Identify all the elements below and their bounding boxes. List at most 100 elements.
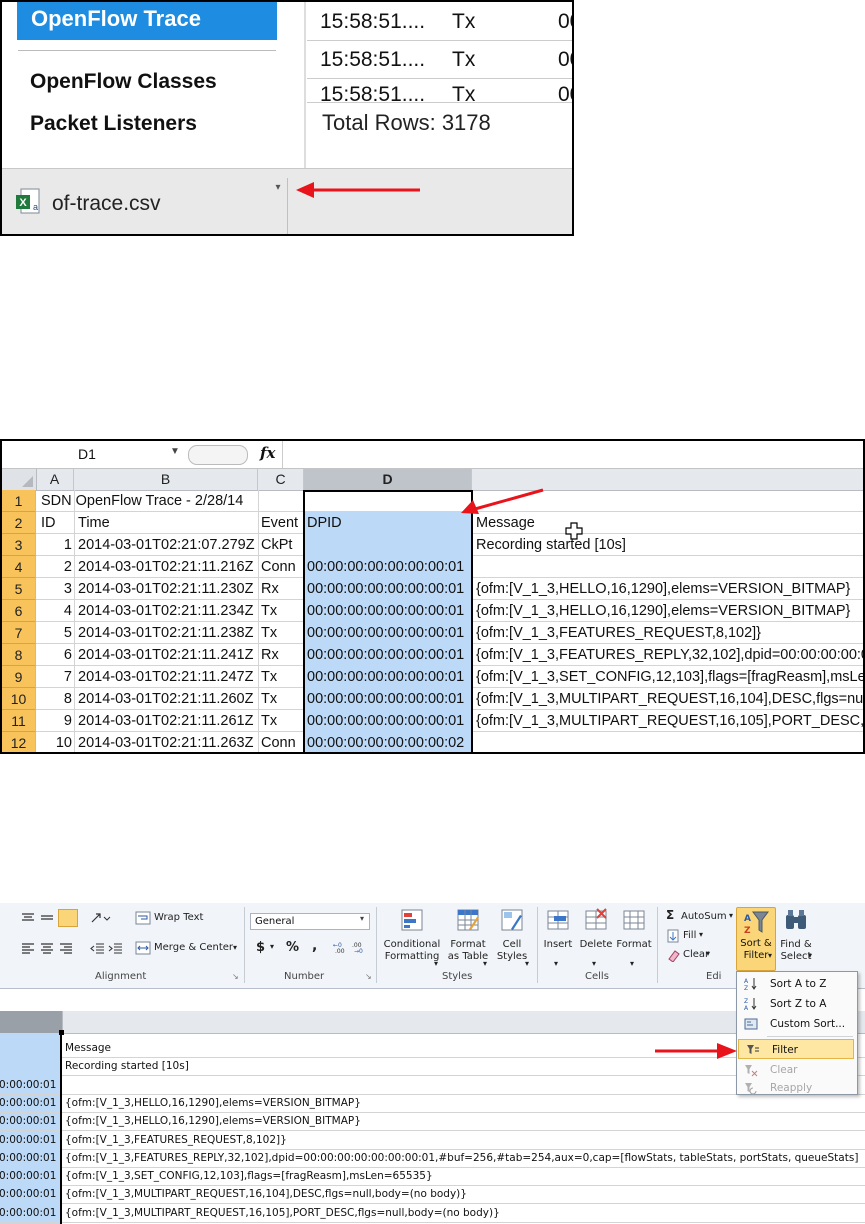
cell-message[interactable]: {ofm:[V_1_3,SET_CONFIG,12,103],flags=[fr… bbox=[65, 1167, 433, 1185]
chevron-down-icon[interactable]: ▾ bbox=[270, 182, 286, 196]
cell-id[interactable]: 4 bbox=[36, 600, 72, 622]
cell-dpid[interactable]: 0:00:00:01 bbox=[0, 1185, 56, 1203]
format-as-table-button[interactable]: Format as Table bbox=[444, 907, 492, 963]
cell-message[interactable]: {ofm:[V_1_3,MULTIPART_REQUEST,16,104],DE… bbox=[476, 688, 863, 710]
cell-id[interactable]: 9 bbox=[36, 710, 72, 732]
row-header[interactable]: 8 bbox=[2, 644, 36, 666]
chevron-down-icon[interactable]: ▾ bbox=[592, 959, 596, 968]
decrease-decimal-icon[interactable]: .00→0 bbox=[352, 940, 370, 954]
cell-styles-button[interactable]: Cell Styles bbox=[492, 907, 532, 963]
cell-message[interactable]: {ofm:[V_1_3,FEATURES_REPLY,32,102],dpid=… bbox=[476, 644, 863, 666]
conditional-formatting-button[interactable]: Conditional Formatting bbox=[380, 907, 444, 963]
cell-message[interactable]: {ofm:[V_1_3,HELLO,16,1290],elems=VERSION… bbox=[476, 578, 863, 600]
menu-item-sort-z-a[interactable]: ZA Sort Z to A bbox=[737, 994, 855, 1014]
currency-button[interactable]: $ bbox=[256, 940, 265, 955]
cell-time[interactable]: 2014-03-01T02:21:11.261Z bbox=[78, 710, 256, 732]
cell-message[interactable]: Recording started [10s] bbox=[65, 1057, 189, 1075]
column-header-b[interactable]: B bbox=[74, 469, 258, 490]
decrease-indent-icon[interactable] bbox=[90, 941, 106, 955]
header-event[interactable]: Event bbox=[261, 512, 303, 534]
fill-handle[interactable] bbox=[59, 1030, 64, 1035]
nav-item-openflow-classes[interactable]: OpenFlow Classes bbox=[30, 70, 217, 94]
cell-event[interactable]: Conn bbox=[261, 732, 303, 752]
cell-event[interactable]: Tx bbox=[261, 622, 303, 644]
cell-message[interactable] bbox=[476, 732, 863, 752]
cell-event[interactable]: Rx bbox=[261, 644, 303, 666]
percent-button[interactable]: % bbox=[286, 940, 299, 955]
cell-message[interactable]: Message bbox=[65, 1039, 111, 1057]
column-header-d[interactable]: D bbox=[304, 469, 472, 490]
align-right-icon[interactable] bbox=[58, 941, 74, 955]
row-header[interactable]: 2 bbox=[2, 512, 36, 534]
chevron-down-icon[interactable]: ▾ bbox=[525, 959, 529, 968]
chevron-down-icon[interactable]: ▾ bbox=[233, 943, 237, 952]
select-all-corner[interactable] bbox=[2, 469, 37, 490]
row-header[interactable]: 12 bbox=[2, 732, 36, 752]
cell-message[interactable]: {ofm:[V_1_3,HELLO,16,1290],elems=VERSION… bbox=[476, 600, 863, 622]
cell-message[interactable]: {ofm:[V_1_3,MULTIPART_REQUEST,16,104],DE… bbox=[65, 1185, 467, 1203]
increase-decimal-icon[interactable]: ←0.00 bbox=[333, 940, 351, 954]
cell-time[interactable]: 2014-03-01T02:21:11.230Z bbox=[78, 578, 256, 600]
row-header[interactable]: 3 bbox=[2, 534, 36, 556]
cell-message[interactable]: {ofm:[V_1_3,FEATURES_REPLY,32,102],dpid=… bbox=[65, 1149, 858, 1167]
cell-message[interactable]: {ofm:[V_1_3,FEATURES_REQUEST,8,102]} bbox=[476, 622, 863, 644]
format-button[interactable]: Format bbox=[616, 907, 652, 951]
chevron-down-icon[interactable]: ▾ bbox=[360, 914, 364, 923]
cell-id[interactable]: 2 bbox=[36, 556, 72, 578]
merge-center-label[interactable]: Merge & Center bbox=[154, 942, 233, 953]
cell-event[interactable]: Tx bbox=[261, 710, 303, 732]
cell-dpid[interactable]: 0:00:00:01 bbox=[0, 1076, 56, 1094]
column-header-d[interactable] bbox=[0, 1011, 62, 1033]
chevron-down-icon[interactable]: ▾ bbox=[706, 949, 710, 958]
chevron-down-icon[interactable]: ▾ bbox=[729, 911, 733, 920]
cell-message[interactable]: {ofm:[V_1_3,HELLO,16,1290],elems=VERSION… bbox=[65, 1112, 361, 1130]
cell-dpid[interactable]: 0:00:00:01 bbox=[0, 1149, 56, 1167]
cell-time[interactable]: 2014-03-01T02:21:11.260Z bbox=[78, 688, 256, 710]
cell-time[interactable]: 2014-03-01T02:21:07.279Z bbox=[78, 534, 256, 556]
cell-time[interactable]: 2014-03-01T02:21:11.234Z bbox=[78, 600, 256, 622]
chevron-down-icon[interactable]: ▾ bbox=[554, 959, 558, 968]
fx-icon[interactable]: fx bbox=[260, 444, 275, 462]
cell-id[interactable]: 1 bbox=[36, 534, 72, 556]
chevron-down-icon[interactable]: ▾ bbox=[808, 951, 812, 960]
header-time[interactable]: Time bbox=[78, 512, 256, 534]
align-left-icon[interactable] bbox=[20, 941, 36, 955]
cell-message[interactable]: {ofm:[V_1_3,FEATURES_REQUEST,8,102]} bbox=[65, 1131, 287, 1149]
cell-time[interactable]: 2014-03-01T02:21:11.263Z bbox=[78, 732, 256, 752]
menu-item-reapply[interactable]: Reapply bbox=[737, 1078, 855, 1098]
row-header[interactable]: 9 bbox=[2, 666, 36, 688]
row-header[interactable]: 5 bbox=[2, 578, 36, 600]
cell-dpid[interactable]: 0:00:00:01 bbox=[0, 1167, 56, 1185]
chevron-down-icon[interactable]: ▾ bbox=[270, 942, 274, 951]
menu-item-filter[interactable]: Filter bbox=[738, 1039, 854, 1059]
row-header[interactable]: 10 bbox=[2, 688, 36, 710]
chevron-down-icon[interactable]: ▾ bbox=[630, 959, 634, 968]
cell-id[interactable]: 6 bbox=[36, 644, 72, 666]
cell-event[interactable]: Tx bbox=[261, 688, 303, 710]
header-id[interactable]: ID bbox=[41, 512, 73, 534]
chevron-down-icon[interactable]: ▾ bbox=[483, 959, 487, 968]
name-box-dropdown-icon[interactable]: ▼ bbox=[170, 446, 180, 457]
cell-time[interactable]: 2014-03-01T02:21:11.216Z bbox=[78, 556, 256, 578]
sort-filter-button[interactable]: AZ Sort & Filter bbox=[736, 907, 776, 971]
row-header[interactable]: 11 bbox=[2, 710, 36, 732]
cell-message[interactable] bbox=[476, 556, 863, 578]
align-middle-icon[interactable] bbox=[39, 911, 55, 925]
chevron-down-icon[interactable]: ▾ bbox=[434, 959, 438, 968]
cell-message[interactable]: Recording started [10s] bbox=[476, 534, 863, 556]
menu-item-custom-sort[interactable]: Custom Sort... bbox=[737, 1014, 855, 1034]
align-bottom-icon[interactable] bbox=[58, 909, 78, 927]
row-header[interactable]: 1 bbox=[2, 490, 36, 512]
dialog-launcher-icon[interactable]: ↘ bbox=[365, 972, 372, 981]
cell-time[interactable]: 2014-03-01T02:21:11.247Z bbox=[78, 666, 256, 688]
row-header[interactable]: 7 bbox=[2, 622, 36, 644]
cell-id[interactable]: 10 bbox=[36, 732, 72, 752]
chevron-down-icon[interactable]: ▾ bbox=[699, 930, 703, 939]
cell-id[interactable]: 5 bbox=[36, 622, 72, 644]
cell-id[interactable]: 3 bbox=[36, 578, 72, 600]
cell-id[interactable]: 8 bbox=[36, 688, 72, 710]
cell-event[interactable]: Conn bbox=[261, 556, 303, 578]
fill-label[interactable]: Fill bbox=[683, 930, 696, 941]
name-box[interactable]: D1 bbox=[78, 446, 178, 464]
menu-item-clear[interactable]: Clear bbox=[737, 1060, 855, 1080]
